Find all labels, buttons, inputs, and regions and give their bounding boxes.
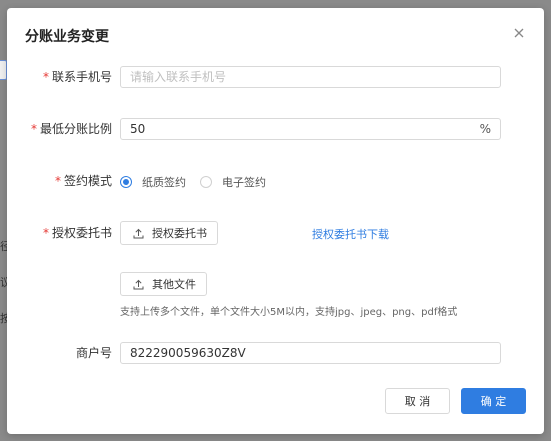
dialog-title: 分账业务变更 [25,29,109,45]
radio-unchecked-icon [200,176,212,188]
required-mark: * [42,226,49,240]
authorization-label: * 授权委托书 [42,226,112,240]
required-mark: * [30,122,37,136]
min-ratio-value: 50 [130,122,146,136]
sign-mode-label: * 签约模式 [54,174,112,188]
close-icon [514,28,524,38]
phone-label: * 联系手机号 [42,70,112,84]
merchant-no-input[interactable]: 822290059630Z8V [120,342,501,364]
merchant-no-value: 822290059630Z8V [130,346,246,360]
upload-icon [133,228,144,239]
percent-suffix: % [479,122,491,136]
upload-authorization-button[interactable]: 授权委托书 [120,221,218,245]
authorization-download-link[interactable]: 授权委托书下载 [312,226,389,242]
phone-input[interactable]: 请输入联系手机号 [120,66,501,88]
radio-paper-sign[interactable]: 纸质签约 [120,174,186,190]
min-ratio-input[interactable]: 50 % [120,118,501,140]
required-mark: * [54,174,61,188]
change-dialog: 分账业务变更 * 联系手机号 请输入联系手机号 * 最低分账比例 50 % * 签约模… [7,8,544,434]
background-input-fragment [0,60,7,80]
min-ratio-label: * 最低分账比例 [30,122,112,136]
confirm-button[interactable]: 确 定 [461,388,526,414]
radio-checked-icon [120,176,132,188]
upload-icon [133,279,144,290]
upload-other-files-button[interactable]: 其他文件 [120,272,207,296]
radio-electronic-sign[interactable]: 电子签约 [200,174,266,190]
sign-mode-radio-group: 纸质签约 电子签约 [120,174,280,190]
merchant-no-label: 商户号 [75,346,112,360]
required-mark: * [42,70,49,84]
cancel-button[interactable]: 取 消 [385,388,450,414]
upload-hint: 支持上传多个文件，单个文件大小5M以内，支持jpg、jpeg、png、pdf格式 [120,307,458,318]
phone-placeholder: 请输入联系手机号 [130,70,227,84]
close-button[interactable] [510,24,528,42]
